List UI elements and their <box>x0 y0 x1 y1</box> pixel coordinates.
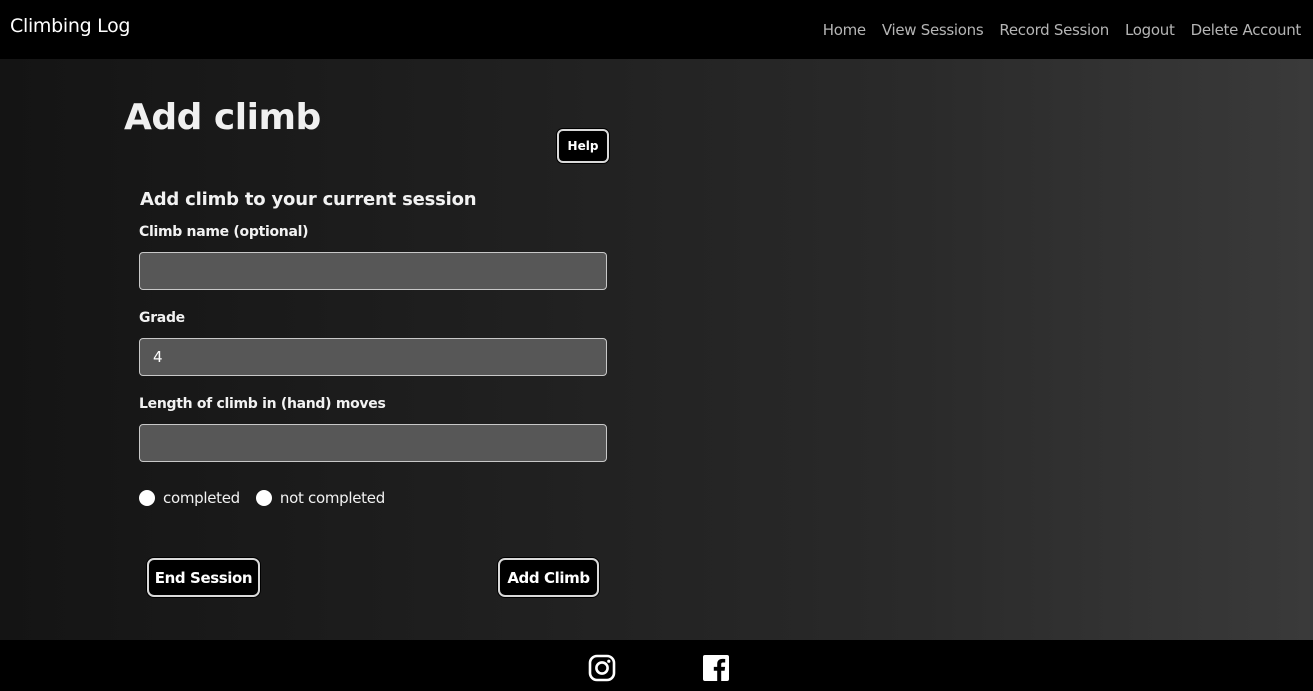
radio-not-completed-button[interactable] <box>255 490 272 506</box>
main-content: Add climb Help Add climb to your current… <box>0 59 1313 640</box>
climb-name-label: Climb name (optional) <box>139 224 309 240</box>
nav-link-view-sessions[interactable]: View Sessions <box>882 21 984 39</box>
radio-completed[interactable]: completed <box>139 489 240 507</box>
nav-links: Home View Sessions Record Session Logout… <box>823 21 1302 39</box>
form-heading: Add climb to your current session <box>140 189 477 210</box>
nav-link-home[interactable]: Home <box>823 21 866 39</box>
length-input[interactable] <box>139 424 607 462</box>
completion-radio-group: completed not completed <box>139 489 401 507</box>
add-climb-button[interactable]: Add Climb <box>498 558 599 597</box>
length-label: Length of climb in (hand) moves <box>139 396 386 412</box>
nav-link-logout[interactable]: Logout <box>1125 21 1175 39</box>
brand-link[interactable]: Climbing Log <box>10 15 130 37</box>
radio-completed-button[interactable] <box>139 490 155 506</box>
navbar: Climbing Log Home View Sessions Record S… <box>0 0 1313 59</box>
end-session-button[interactable]: End Session <box>147 558 260 597</box>
help-button[interactable]: Help <box>557 129 609 163</box>
grade-label: Grade <box>139 310 185 326</box>
grade-input[interactable] <box>139 338 607 376</box>
nav-link-record-session[interactable]: Record Session <box>999 21 1109 39</box>
nav-link-delete-account[interactable]: Delete Account <box>1191 21 1302 39</box>
footer <box>0 640 1313 691</box>
radio-not-completed[interactable]: not completed <box>255 489 385 507</box>
radio-completed-label: completed <box>163 489 240 507</box>
radio-not-completed-label: not completed <box>279 489 385 507</box>
instagram-icon[interactable] <box>588 654 616 682</box>
facebook-icon[interactable] <box>702 654 730 682</box>
climb-name-input[interactable] <box>139 252 607 290</box>
page-title: Add climb <box>124 97 321 138</box>
